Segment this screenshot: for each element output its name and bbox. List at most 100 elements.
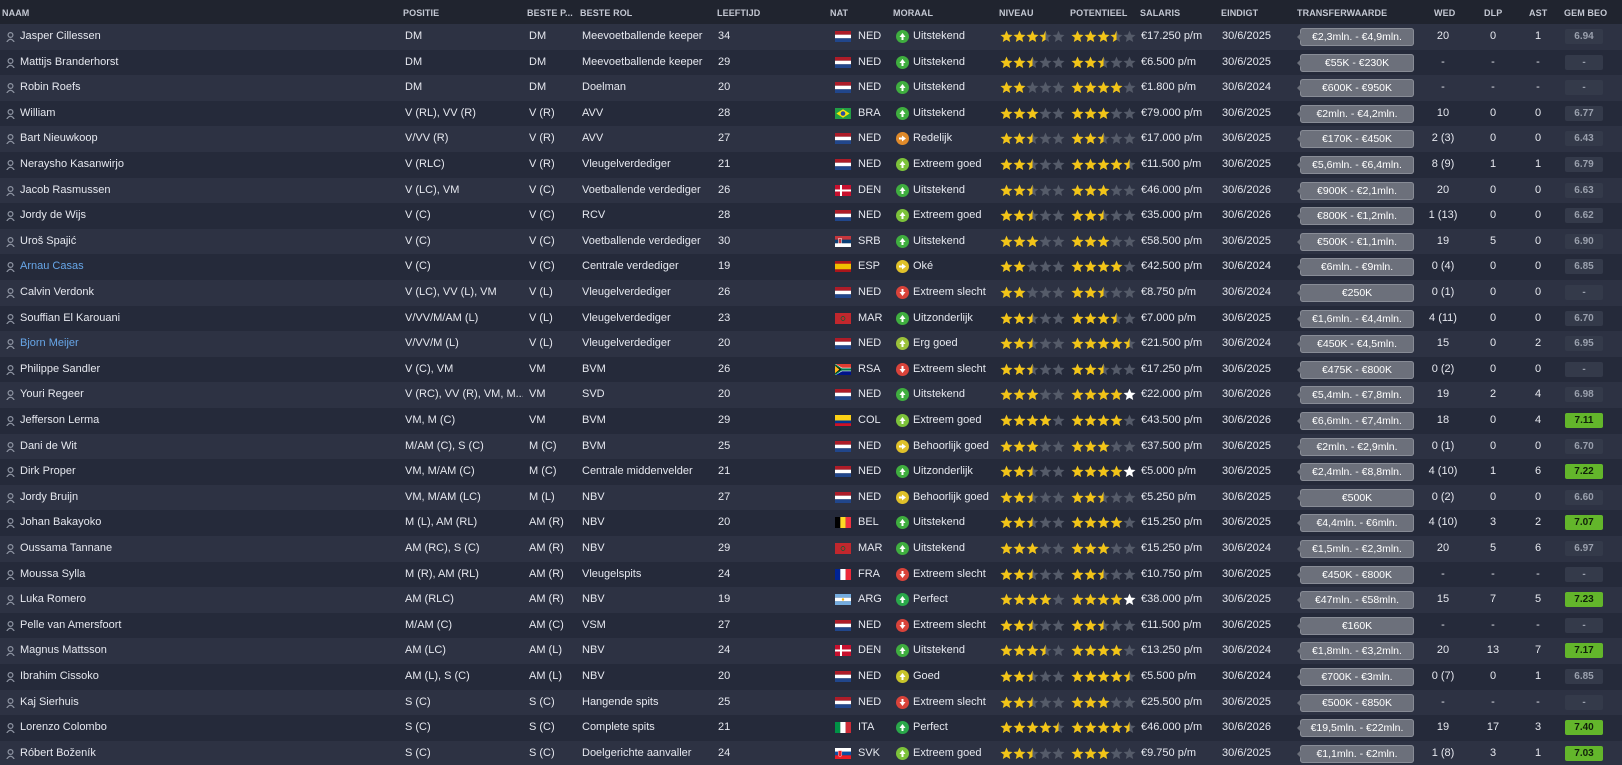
transfer-value-badge[interactable]: €500K - €1,1mln. <box>1297 232 1414 251</box>
player-name[interactable]: Mattijs Branderhorst <box>20 50 380 76</box>
player-name[interactable]: Pelle van Amersfoort <box>20 613 380 639</box>
player-name[interactable]: William <box>20 101 380 127</box>
table-row[interactable]: Jacob Rasmussen V (LC), VM V (C) Voetballen… <box>0 177 1622 204</box>
player-name[interactable]: Bjorn Meijer <box>20 331 380 357</box>
transfer-value-badge[interactable]: €1,6mln. - €4,4mln. <box>1297 309 1414 328</box>
col-header-gem-beo[interactable]: GEM BEO <box>1564 8 1607 18</box>
player-name[interactable]: Luka Romero <box>20 587 380 613</box>
col-header-dlp[interactable]: DLP <box>1484 8 1502 18</box>
transfer-value-badge[interactable]: €55K - €230K <box>1297 53 1414 72</box>
col-header-salaris[interactable]: SALARIS <box>1140 8 1180 18</box>
transfer-value-badge[interactable]: €700K - €3mln. <box>1297 668 1414 686</box>
transfer-value-badge[interactable]: €19,5mln. - €22mln. <box>1297 719 1414 738</box>
table-row[interactable]: Oussama Tannane AM (RC), S (C) AM (R) NBV 29… <box>0 536 1622 562</box>
player-name[interactable]: Ibrahim Cissoko <box>20 664 380 690</box>
player-name[interactable]: Magnus Mattsson <box>20 638 380 664</box>
transfer-value-badge[interactable]: €2,3mln. - €4,9mln. <box>1297 28 1414 46</box>
transfer-value-badge[interactable]: €450K - €800K <box>1297 565 1414 584</box>
player-name[interactable]: Jasper Cillessen <box>20 24 380 50</box>
table-row[interactable]: Bart Nieuwkoop V/VV (R) V (R) AVV 27 NED Redel… <box>0 126 1622 152</box>
table-row[interactable]: Souffian El Karouani V/VV/M/AM (L) V (L) Vl… <box>0 305 1622 332</box>
col-header-leeftijd[interactable]: LEEFTIJD <box>717 8 760 18</box>
table-row[interactable]: Luka Romero AM (RLC) AM (R) NBV 19 ARG Perfect… <box>0 587 1622 613</box>
table-row[interactable]: Bjorn Meijer V/VV/M (L) V (L) Vleugelverded… <box>0 331 1622 357</box>
table-row[interactable]: Róbert Boženík S (C) S (C) Doelgerichte aan… <box>0 740 1622 765</box>
transfer-value-badge[interactable]: €47mln. - €58mln. <box>1297 591 1414 610</box>
table-row[interactable]: Dani de Wit M/AM (C), S (C) M (C) BVM 25 NED B… <box>0 433 1622 460</box>
transfer-value-badge[interactable]: €800K - €1,2mln. <box>1297 207 1414 226</box>
player-name[interactable]: Philippe Sandler <box>20 357 380 383</box>
player-name[interactable]: Dirk Proper <box>20 459 380 485</box>
transfer-value-badge[interactable]: €600K - €950K <box>1297 79 1414 98</box>
table-row[interactable]: William V (RL), VV (R) V (R) AVV 28 BRA Uitste… <box>0 100 1622 127</box>
col-header-moraal[interactable]: MORAAL <box>893 8 933 18</box>
transfer-value-badge[interactable]: €6mln. - €9mln. <box>1297 258 1414 277</box>
transfer-value-badge[interactable]: €6,6mln. - €7,4mln. <box>1297 412 1414 430</box>
col-header-wed[interactable]: WED <box>1434 8 1455 18</box>
table-row[interactable]: Magnus Mattsson AM (LC) AM (L) NBV 24 DEN Uits… <box>0 638 1622 664</box>
player-name[interactable]: Kaj Sierhuis <box>20 690 380 716</box>
table-row[interactable]: Kaj Sierhuis S (C) S (C) Hangende spits 25 NE… <box>0 689 1622 716</box>
table-row[interactable]: Robin Roefs DM DM Doelman 20 NED Uitstekend €1.… <box>0 75 1622 101</box>
player-name[interactable]: Johan Bakayoko <box>20 510 380 536</box>
table-row[interactable]: Youri Regeer V (RC), VV (R), VM, M... VM SV… <box>0 382 1622 408</box>
table-row[interactable]: Calvin Verdonk V (LC), VV (L), VM V (L) Vle… <box>0 280 1622 306</box>
table-row[interactable]: Pelle van Amersfoort M/AM (C) AM (C) VSM 27 N… <box>0 612 1622 639</box>
player-name[interactable]: Souffian El Karouani <box>20 306 380 332</box>
player-name[interactable]: Jordy Bruijn <box>20 485 380 511</box>
transfer-value-badge[interactable]: €475K - €800K <box>1297 360 1414 379</box>
col-header-eindigt[interactable]: EINDIGT <box>1221 8 1258 18</box>
player-name[interactable]: Jefferson Lerma <box>20 408 380 434</box>
transfer-value-badge[interactable]: €160K <box>1297 616 1414 635</box>
col-header-transferwaarde[interactable]: TRANSFERWAARDE <box>1297 8 1387 18</box>
table-row[interactable]: Dirk Proper VM, M/AM (C) M (C) Centrale mid… <box>0 459 1622 485</box>
player-name[interactable]: Jordy de Wijs <box>20 203 380 229</box>
col-header-ast[interactable]: AST <box>1529 8 1547 18</box>
player-name[interactable]: Youri Regeer <box>20 382 380 408</box>
player-name[interactable]: Róbert Boženík <box>20 741 380 765</box>
transfer-value-badge[interactable]: €4,4mln. - €6mln. <box>1297 514 1414 533</box>
transfer-value-badge[interactable]: €2mln. - €4,2mln. <box>1297 104 1414 123</box>
col-header-beste-rol[interactable]: BESTE ROL <box>580 8 632 18</box>
table-row[interactable]: Johan Bakayoko M (L), AM (RL) AM (R) NBV 20 B… <box>0 510 1622 536</box>
player-name[interactable]: Uroš Spajić <box>20 229 380 255</box>
player-name[interactable]: Arnau Casas <box>20 254 380 280</box>
transfer-value-badge[interactable]: €900K - €2,1mln. <box>1297 181 1414 200</box>
transfer-value-badge[interactable]: €2mln. - €2,9mln. <box>1297 437 1414 456</box>
table-row[interactable]: Jefferson Lerma VM, M (C) VM BVM 29 COL Extree… <box>0 408 1622 434</box>
table-row[interactable]: Mattijs Branderhorst DM DM Meevoetballende … <box>0 49 1622 76</box>
table-row[interactable]: Jordy de Wijs V (C) V (C) RCV 28 NED Extreem g… <box>0 203 1622 229</box>
player-name[interactable]: Oussama Tannane <box>20 536 380 562</box>
transfer-value-badge[interactable]: €1,1mln. - €2mln. <box>1297 744 1414 763</box>
player-name[interactable]: Jacob Rasmussen <box>20 178 380 204</box>
transfer-value-badge[interactable]: €2,4mln. - €8,8mln. <box>1297 463 1414 482</box>
col-header-niveau[interactable]: NIVEAU <box>999 8 1034 18</box>
table-row[interactable]: Uroš Spajić V (C) V (C) Voetballende verded… <box>0 228 1622 255</box>
transfer-value-badge[interactable]: €1,8mln. - €3,2mln. <box>1297 642 1414 661</box>
col-header-nat[interactable]: NAT <box>830 8 848 18</box>
table-row[interactable]: Jasper Cillessen DM DM Meevoetballende keep… <box>0 24 1622 50</box>
transfer-value-badge[interactable]: €5,6mln. - €6,4mln. <box>1297 156 1414 174</box>
transfer-value-badge[interactable]: €500K - €850K <box>1297 693 1414 712</box>
table-row[interactable]: Neraysho Kasanwirjo V (RLC) V (R) Vleugelve… <box>0 152 1622 178</box>
table-row[interactable]: Arnau Casas V (C) V (C) Centrale verdediger… <box>0 254 1622 280</box>
table-row[interactable]: Lorenzo Colombo S (C) S (C) Complete spits 2… <box>0 715 1622 741</box>
transfer-value-badge[interactable]: €250K <box>1297 284 1414 302</box>
player-name[interactable]: Bart Nieuwkoop <box>20 126 380 152</box>
player-name[interactable]: Lorenzo Colombo <box>20 715 380 741</box>
player-name[interactable]: Robin Roefs <box>20 75 380 101</box>
col-header-potentieel[interactable]: POTENTIEEL <box>1070 8 1128 18</box>
transfer-value-badge[interactable]: €450K - €4,5mln. <box>1297 335 1414 354</box>
table-row[interactable]: Ibrahim Cissoko AM (L), S (C) AM (L) NBV 20 N… <box>0 664 1622 690</box>
player-name[interactable]: Dani de Wit <box>20 434 380 460</box>
player-name[interactable]: Calvin Verdonk <box>20 280 380 306</box>
transfer-value-badge[interactable]: €170K - €450K <box>1297 130 1414 149</box>
player-name[interactable]: Neraysho Kasanwirjo <box>20 152 380 178</box>
player-name[interactable]: Moussa Sylla <box>20 562 380 588</box>
transfer-value-badge[interactable]: €1,5mln. - €2,3mln. <box>1297 540 1414 558</box>
table-row[interactable]: Jordy Bruijn VM, M/AM (LC) M (L) NBV 27 NED Be… <box>0 484 1622 511</box>
col-header-naam[interactable]: NAAM <box>2 8 29 18</box>
table-row[interactable]: Moussa Sylla M (R), AM (RL) AM (R) Vleugels… <box>0 561 1622 588</box>
col-header-positie[interactable]: POSITIE <box>403 8 439 18</box>
transfer-value-badge[interactable]: €5,4mln. - €7,8mln. <box>1297 386 1414 405</box>
